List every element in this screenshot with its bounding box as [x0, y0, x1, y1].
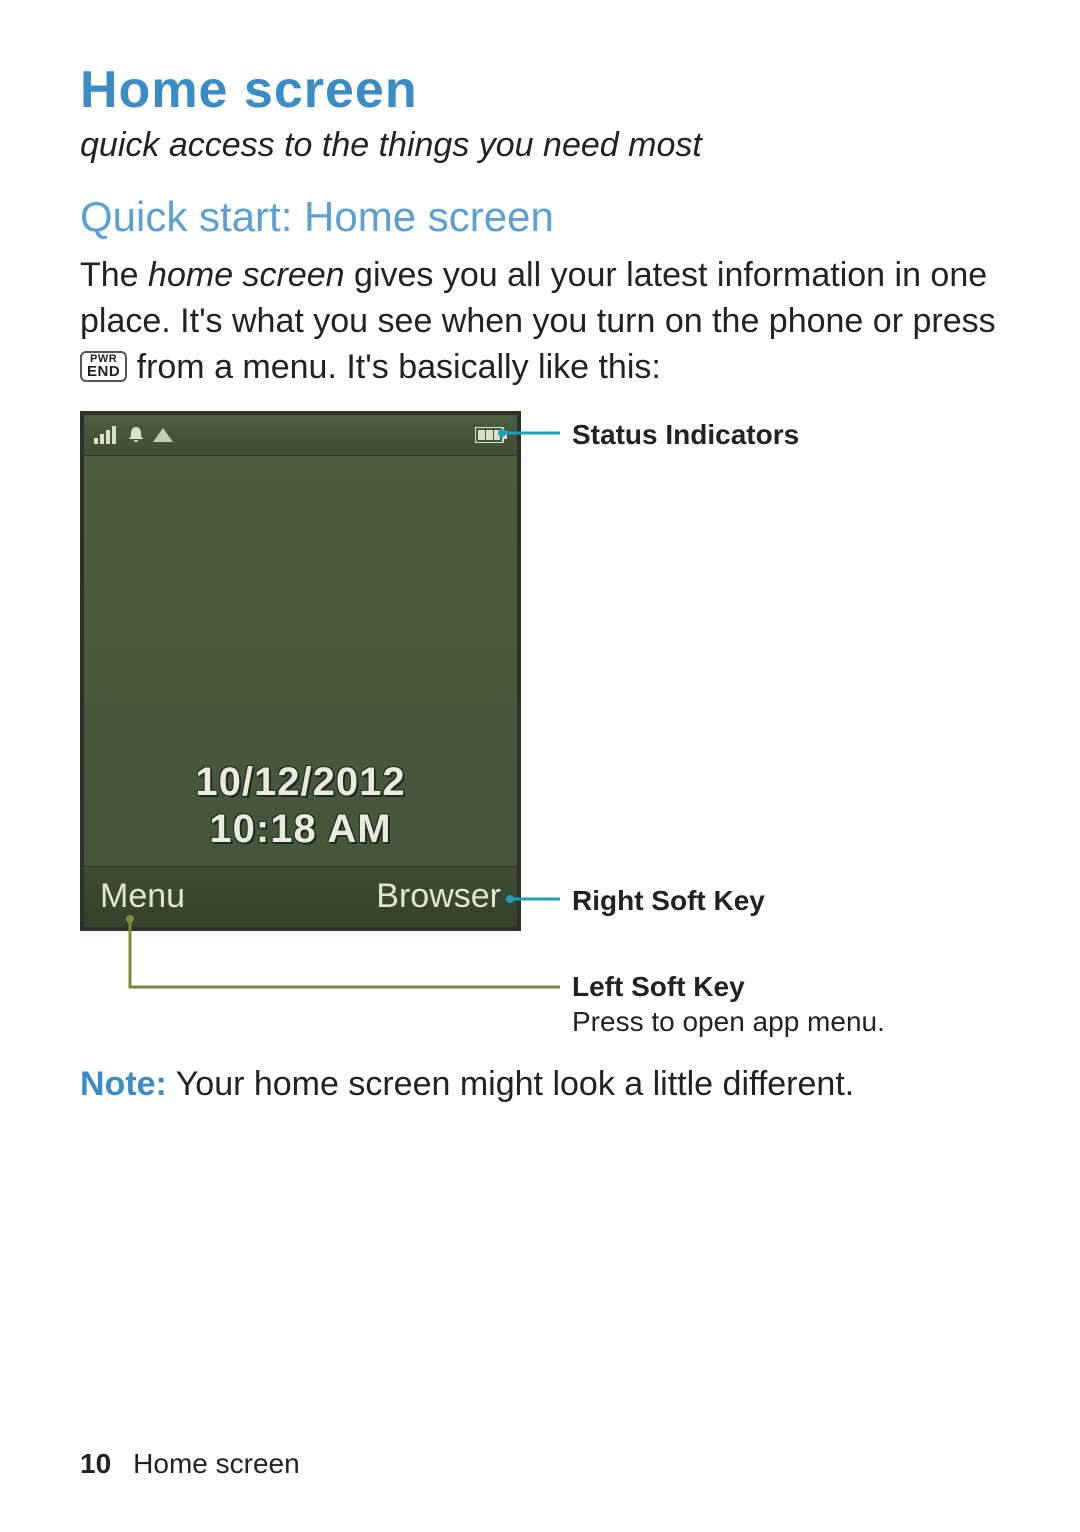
intro-paragraph: The home screen gives you all your lates… — [80, 253, 1010, 391]
page-subtitle: quick access to the things you need most — [80, 126, 1010, 165]
note-label: Note: — [80, 1065, 167, 1103]
phone-screenshot: 10/12/2012 10:18 AM Menu Browser — [80, 411, 521, 931]
status-bar — [84, 415, 517, 456]
home-screen-figure: 10/12/2012 10:18 AM Menu Browser Status … — [80, 411, 1010, 1031]
section-heading: Quick start: Home screen — [80, 193, 1010, 241]
left-soft-key[interactable]: Menu — [100, 877, 185, 916]
status-left-group — [94, 425, 174, 445]
footer-section-name: Home screen — [133, 1448, 300, 1479]
callout-right-soft-text: Right Soft Key — [572, 885, 765, 916]
key-label-end: END — [87, 364, 120, 379]
right-soft-key[interactable]: Browser — [376, 877, 501, 916]
page-title: Home screen — [80, 60, 1010, 120]
callout-left-soft-title: Left Soft Key — [572, 971, 745, 1002]
network-icon — [152, 427, 174, 443]
datetime-block: 10/12/2012 10:18 AM — [84, 760, 517, 852]
note-line: Note: Your home screen might look a litt… — [80, 1065, 1010, 1104]
callout-left-soft-key: Left Soft Key Press to open app menu. — [572, 969, 885, 1039]
status-right-group — [475, 427, 507, 443]
bell-icon — [126, 425, 146, 445]
intro-text-3: from a menu. It's basically like this: — [127, 348, 661, 386]
intro-text: The — [80, 256, 148, 294]
home-time: 10:18 AM — [84, 807, 517, 852]
battery-icon — [475, 427, 507, 443]
intro-italic: home screen — [148, 256, 345, 294]
pwr-end-key-icon: PWREND — [80, 351, 127, 382]
softkey-row: Menu Browser — [84, 866, 517, 927]
home-date: 10/12/2012 — [84, 760, 517, 805]
callout-right-soft-key: Right Soft Key — [572, 883, 765, 918]
callout-left-soft-desc: Press to open app menu. — [572, 1006, 885, 1037]
phone-body: 10/12/2012 10:18 AM — [84, 456, 517, 866]
page-number: 10 — [80, 1448, 111, 1479]
callout-status-indicators: Status Indicators — [572, 417, 799, 452]
page-footer: 10 Home screen — [80, 1448, 300, 1480]
signal-icon — [94, 426, 120, 444]
callout-status-text: Status Indicators — [572, 419, 799, 450]
note-text: Your home screen might look a little dif… — [167, 1065, 854, 1103]
